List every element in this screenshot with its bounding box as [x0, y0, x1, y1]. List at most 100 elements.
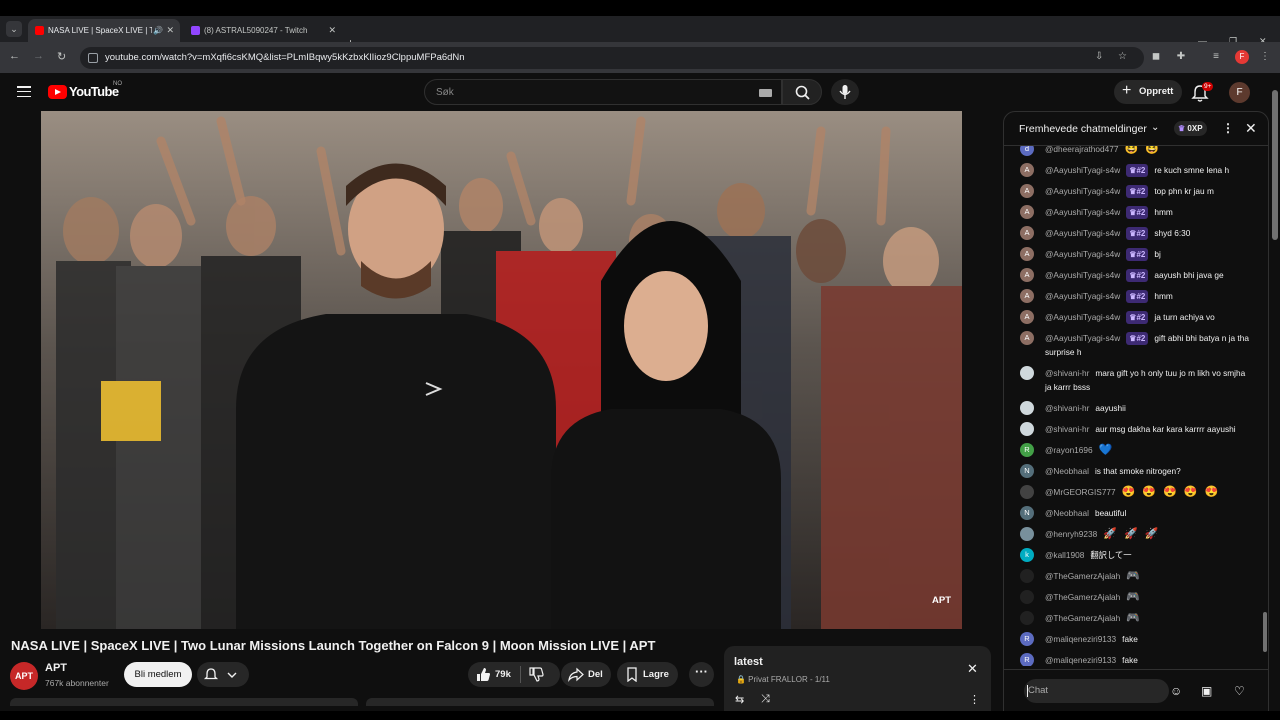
thumbs-up-icon[interactable] [475, 667, 491, 682]
hamburger-menu-icon[interactable] [17, 86, 31, 98]
chat-author-avatar[interactable]: N [1020, 506, 1034, 520]
install-app-icon[interactable]: ⇩ [1095, 51, 1103, 62]
search-button[interactable] [782, 79, 822, 105]
bookmark-star-icon[interactable]: ☆ [1118, 51, 1127, 62]
create-button[interactable]: + Opprett [1114, 80, 1182, 104]
chat-author-name[interactable]: @TheGamerzAjalah [1045, 571, 1120, 581]
audio-playing-icon[interactable]: 🔊 [153, 19, 163, 42]
chevron-down-icon[interactable]: ⌄ [1151, 122, 1159, 133]
chat-message[interactable]: A @AayushiTyagi-s4w ♛#2 gift abhi bhi batya… [1004, 327, 1259, 362]
chat-input[interactable]: Chat [1024, 679, 1169, 703]
chat-author-avatar[interactable]: R [1020, 632, 1034, 646]
chat-author-avatar[interactable]: A [1020, 268, 1034, 282]
playlist-title[interactable]: latest [734, 656, 763, 668]
chat-author-name[interactable]: @maliqeneziri9133 [1045, 634, 1116, 644]
chat-author-avatar[interactable] [1020, 366, 1034, 380]
chat-author-name[interactable]: @AayushiTyagi-s4w [1045, 333, 1120, 343]
search-input[interactable]: Søk [424, 79, 782, 105]
chat-author-avatar[interactable] [1020, 569, 1034, 583]
chat-author-name[interactable]: @shivani-hr [1045, 424, 1089, 434]
chat-message[interactable]: @TheGamerzAjalah 🎮 [1004, 607, 1259, 628]
chat-author-name[interactable]: @AayushiTyagi-s4w [1045, 270, 1120, 280]
site-info-icon[interactable] [88, 53, 98, 63]
chat-message[interactable]: @shivani-hr aur msg dakha kar kara karrrr… [1004, 418, 1259, 439]
account-avatar[interactable]: F [1229, 82, 1250, 103]
chat-author-name[interactable]: @shivani-hr [1045, 403, 1089, 413]
chat-message[interactable]: @MrGEORGIS777 😍 😍 😍 😍 😍 [1004, 481, 1259, 502]
chat-message-list[interactable]: d @dheerajrathod477 😆 😆 A @AayushiTyagi-s4w ♛… [1004, 146, 1259, 666]
comment-box-edge[interactable] [366, 698, 714, 706]
chat-author-avatar[interactable]: A [1020, 331, 1034, 345]
subscription-bell-button[interactable] [197, 662, 249, 687]
chat-author-avatar[interactable]: A [1020, 226, 1034, 240]
chat-author-avatar[interactable] [1020, 485, 1034, 499]
super-chat-icon[interactable]: ▣ [1201, 684, 1212, 698]
chat-author-name[interactable]: @TheGamerzAjalah [1045, 613, 1120, 623]
video-player[interactable]: APT [41, 111, 962, 629]
chat-message[interactable]: @TheGamerzAjalah 🎮 [1004, 565, 1259, 586]
chat-message[interactable]: k @kall1908 翻訳して一 [1004, 544, 1259, 565]
chat-message[interactable]: A @AayushiTyagi-s4w ♛#2 aayush bhi java ge [1004, 264, 1259, 285]
chat-author-name[interactable]: @AayushiTyagi-s4w [1045, 186, 1120, 196]
playlist-menu-icon[interactable]: ⋮ [969, 693, 980, 706]
chat-author-name[interactable]: @AayushiTyagi-s4w [1045, 312, 1120, 322]
chat-author-avatar[interactable]: N [1020, 464, 1034, 478]
chat-message[interactable]: R @maliqeneziri9133 fake [1004, 649, 1259, 666]
xp-badge[interactable]: ♛ 0XP [1174, 121, 1207, 136]
tab-close-icon[interactable]: ✕ [166, 19, 174, 42]
voice-search-button[interactable] [831, 79, 859, 105]
chat-author-name[interactable]: @AayushiTyagi-s4w [1045, 228, 1120, 238]
address-bar[interactable]: youtube.com/watch?v=mXqfi6csKMQ&list=PLm… [80, 47, 1144, 69]
chat-author-name[interactable]: @rayon1696 [1045, 445, 1093, 455]
chat-author-avatar[interactable] [1020, 401, 1034, 415]
chat-author-name[interactable]: @shivani-hr [1045, 368, 1089, 378]
chat-author-avatar[interactable]: A [1020, 205, 1034, 219]
chat-author-name[interactable]: @dheerajrathod477 [1045, 146, 1118, 154]
chat-author-avatar[interactable]: R [1020, 443, 1034, 457]
chat-message[interactable]: A @AayushiTyagi-s4w ♛#2 hmm [1004, 285, 1259, 306]
page-scrollbar-thumb[interactable] [1272, 90, 1278, 240]
channel-avatar[interactable]: APT [10, 662, 38, 690]
chat-message[interactable]: N @Neobhaal beautiful [1004, 502, 1259, 523]
chat-message[interactable]: A @AayushiTyagi-s4w ♛#2 hmm [1004, 201, 1259, 222]
loop-icon[interactable]: ⇆ [735, 693, 744, 706]
chat-author-avatar[interactable] [1020, 611, 1034, 625]
chat-message[interactable]: A @AayushiTyagi-s4w ♛#2 ja turn achiya vo [1004, 306, 1259, 327]
chat-message[interactable]: d @dheerajrathod477 😆 😆 [1004, 146, 1259, 159]
url-text[interactable]: youtube.com/watch?v=mXqfi6csKMQ&list=PLm… [105, 52, 465, 63]
chat-scrollbar-thumb[interactable] [1263, 612, 1267, 652]
chat-author-avatar[interactable]: d [1020, 146, 1034, 156]
chat-message[interactable]: A @AayushiTyagi-s4w ♛#2 re kuch smne lena h [1004, 159, 1259, 180]
media-control-icon[interactable]: ≡ [1210, 51, 1222, 63]
chat-message[interactable]: @shivani-hr aayushii [1004, 397, 1259, 418]
chat-author-avatar[interactable]: A [1020, 184, 1034, 198]
chat-message[interactable]: A @AayushiTyagi-s4w ♛#2 top phn kr jau m [1004, 180, 1259, 201]
chat-author-avatar[interactable] [1020, 590, 1034, 604]
chat-message[interactable]: @henryh9238 🚀 🚀 🚀 [1004, 523, 1259, 544]
channel-watermark[interactable]: APT [928, 595, 955, 611]
browser-menu-icon[interactable]: ⋮ [1259, 51, 1271, 63]
chat-author-name[interactable]: @AayushiTyagi-s4w [1045, 249, 1120, 259]
join-button[interactable]: Bli medlem [124, 662, 192, 687]
more-actions-button[interactable]: ··· [689, 662, 714, 687]
chat-author-avatar[interactable]: A [1020, 247, 1034, 261]
chat-author-avatar[interactable]: R [1020, 653, 1034, 666]
chat-message[interactable]: @shivani-hr mara gift yo h only tuu jo m … [1004, 362, 1259, 397]
tab-close-icon[interactable]: ✕ [328, 19, 336, 42]
chat-scrollbar[interactable] [1261, 148, 1266, 666]
back-arrow-icon[interactable]: ← [9, 50, 20, 62]
chat-author-avatar[interactable]: A [1020, 163, 1034, 177]
chat-author-name[interactable]: @AayushiTyagi-s4w [1045, 207, 1120, 217]
chat-message[interactable]: A @AayushiTyagi-s4w ♛#2 shyd 6:30 [1004, 222, 1259, 243]
chat-mode-selector[interactable]: Fremhevede chatmeldinger [1019, 123, 1147, 135]
tab-search-button[interactable]: ⌄ [6, 21, 22, 37]
chat-author-name[interactable]: @maliqeneziri9133 [1045, 655, 1116, 665]
chat-author-name[interactable]: @Neobhaal [1045, 508, 1089, 518]
reload-icon[interactable]: ↻ [57, 50, 66, 63]
chat-author-name[interactable]: @kall1908 [1045, 550, 1084, 560]
chat-author-avatar[interactable]: A [1020, 289, 1034, 303]
forward-arrow-icon[interactable]: → [33, 50, 44, 62]
chat-author-name[interactable]: @henryh9238 [1045, 529, 1097, 539]
shuffle-icon[interactable]: ⤨ [761, 693, 770, 706]
chat-author-name[interactable]: @TheGamerzAjalah [1045, 592, 1120, 602]
